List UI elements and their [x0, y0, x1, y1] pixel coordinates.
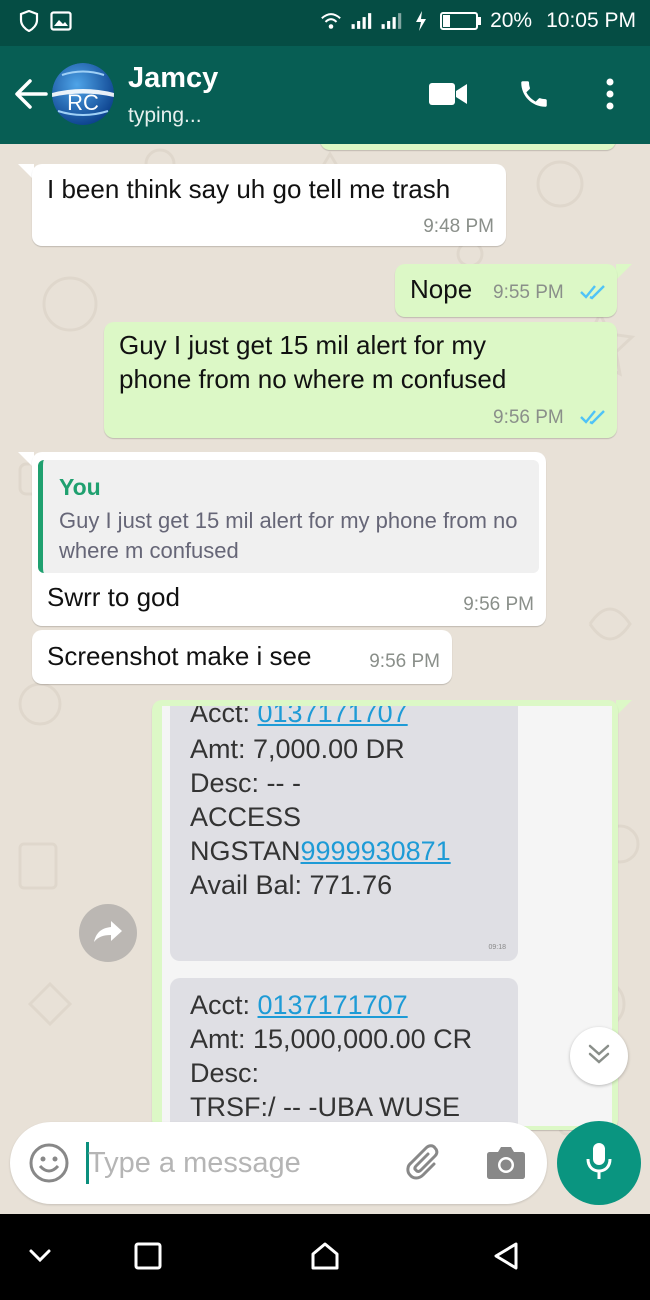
- image-preview[interactable]: Acct: 0137171707 Amt: 7,000.00 DR Desc: …: [162, 706, 612, 1126]
- status-bar: 20% 10:05 PM: [0, 0, 650, 46]
- message-text: I been think say uh go tell me trash: [47, 174, 451, 204]
- clock: 10:05 PM: [546, 9, 636, 32]
- message-bubble-partial: [320, 144, 616, 150]
- double-chevron-down-icon: [587, 1043, 611, 1070]
- shield-icon: [18, 10, 40, 32]
- camera-icon: [486, 1147, 526, 1184]
- ngstan-number[interactable]: 9999930871: [301, 836, 451, 866]
- contact-status: typing...: [128, 104, 202, 127]
- ngstan-label: NGSTAN: [190, 836, 301, 866]
- acct-number[interactable]: 0137171707: [258, 990, 408, 1020]
- sms-line4: ACCESS: [190, 802, 302, 832]
- home-icon: [310, 1241, 340, 1276]
- forward-icon: [93, 919, 123, 948]
- acct-number[interactable]: 0137171707: [258, 706, 408, 728]
- message-time: 9:48 PM: [423, 216, 494, 237]
- paperclip-icon: [404, 1144, 446, 1188]
- message-bubble-outgoing[interactable]: Guy I just get 15 mil alert for my phone…: [104, 322, 617, 438]
- nav-back-button[interactable]: [484, 1236, 528, 1280]
- bubble-tail: [616, 700, 632, 716]
- avatar[interactable]: RC: [52, 63, 114, 125]
- message-bubble-outgoing[interactable]: Nope 9:55 PM: [395, 264, 617, 317]
- battery-icon: [440, 11, 482, 31]
- message-text-line-1: Guy I just get 15 mil alert for my: [119, 330, 487, 360]
- read-ticks-icon: [580, 410, 605, 425]
- signal-icon: [350, 10, 372, 32]
- message-bubble-incoming[interactable]: Screenshot make i see 9:56 PM: [32, 630, 452, 684]
- triangle-back-icon: [492, 1241, 520, 1276]
- acct-label: Acct:: [190, 990, 258, 1020]
- forward-button[interactable]: [79, 904, 137, 962]
- camera-button[interactable]: [486, 1144, 526, 1182]
- acct-label: Acct:: [190, 706, 258, 728]
- sms-ngstan: NGSTAN9999930871: [190, 836, 451, 867]
- gallery-icon: [50, 10, 72, 32]
- chat-header: RC Jamcy typing...: [0, 46, 650, 144]
- chevron-down-icon: [28, 1248, 52, 1269]
- sms-card: Acct: 0137171707 Amt: 15,000,000.00 CR D…: [170, 978, 518, 1126]
- voice-call-button[interactable]: [512, 74, 556, 118]
- message-bubble-reply[interactable]: You Guy I just get 15 mil alert for my p…: [32, 452, 546, 626]
- attach-button[interactable]: [404, 1142, 446, 1184]
- more-vert-icon: [605, 78, 615, 115]
- nav-home-button[interactable]: [303, 1236, 347, 1280]
- back-arrow-icon[interactable]: [10, 72, 50, 116]
- message-time: 9:55 PM: [493, 282, 564, 303]
- quote-author: You: [59, 474, 101, 500]
- message-text: Nope: [410, 274, 473, 304]
- sms-line4: TRSF:/ -- -UBA WUSE: [190, 1092, 460, 1122]
- bubble-tail: [616, 264, 632, 280]
- sms-acct: Acct: 0137171707: [190, 990, 408, 1021]
- message-time: 9:56 PM: [369, 651, 440, 672]
- contact-name[interactable]: Jamcy: [128, 62, 218, 95]
- read-ticks-icon: [580, 285, 605, 300]
- microphone-icon: [584, 1141, 614, 1186]
- message-composer: [10, 1122, 547, 1204]
- sms-card: Acct: 0137171707 Amt: 7,000.00 DR Desc: …: [170, 706, 518, 961]
- nav-hide-keyboard-button[interactable]: [18, 1236, 62, 1280]
- avatar-text: RC: [67, 90, 99, 115]
- sms-acct: Acct: 0137171707: [190, 706, 408, 729]
- quote-text: Guy I just get 15 mil alert for my phone…: [59, 508, 518, 563]
- more-options-button[interactable]: [588, 74, 632, 118]
- chat-area[interactable]: I been think say uh go tell me trash 9:4…: [0, 144, 650, 1214]
- navigation-bar: [0, 1214, 650, 1300]
- phone-icon: [517, 77, 551, 116]
- message-time: 9:56 PM: [493, 407, 564, 428]
- battery-percent: 20%: [490, 9, 533, 32]
- message-text: Screenshot make i see: [47, 641, 312, 671]
- signal-2-icon: [380, 10, 402, 32]
- sms-amount: Amt: 7,000.00 DR: [190, 734, 405, 764]
- video-camera-icon: [428, 81, 468, 112]
- square-icon: [134, 1242, 162, 1275]
- sms-desc: Desc:: [190, 1058, 260, 1088]
- scroll-to-bottom-button[interactable]: [570, 1027, 628, 1085]
- charging-icon: [410, 10, 432, 32]
- sms-time: 09:18: [488, 944, 506, 951]
- message-text: Swrr to god: [47, 582, 180, 612]
- sms-desc: Desc: -- -: [190, 768, 301, 798]
- voice-record-button[interactable]: [557, 1121, 641, 1205]
- image-message-bubble[interactable]: Acct: 0137171707 Amt: 7,000.00 DR Desc: …: [152, 700, 618, 1130]
- emoji-icon: [28, 1143, 70, 1188]
- wifi-icon: [320, 10, 342, 32]
- video-call-button[interactable]: [426, 74, 470, 118]
- message-input[interactable]: [88, 1136, 388, 1190]
- sms-amount: Amt: 15,000,000.00 CR: [190, 1024, 473, 1054]
- message-time: 9:56 PM: [463, 594, 534, 615]
- message-bubble-incoming[interactable]: I been think say uh go tell me trash 9:4…: [32, 164, 506, 246]
- message-text-line-2: phone from no where m confused: [119, 364, 507, 394]
- quoted-message[interactable]: You Guy I just get 15 mil alert for my p…: [38, 460, 539, 573]
- sms-balance: Avail Bal: 771.76: [190, 870, 393, 900]
- nav-recents-button[interactable]: [126, 1236, 170, 1280]
- emoji-button[interactable]: [28, 1142, 70, 1184]
